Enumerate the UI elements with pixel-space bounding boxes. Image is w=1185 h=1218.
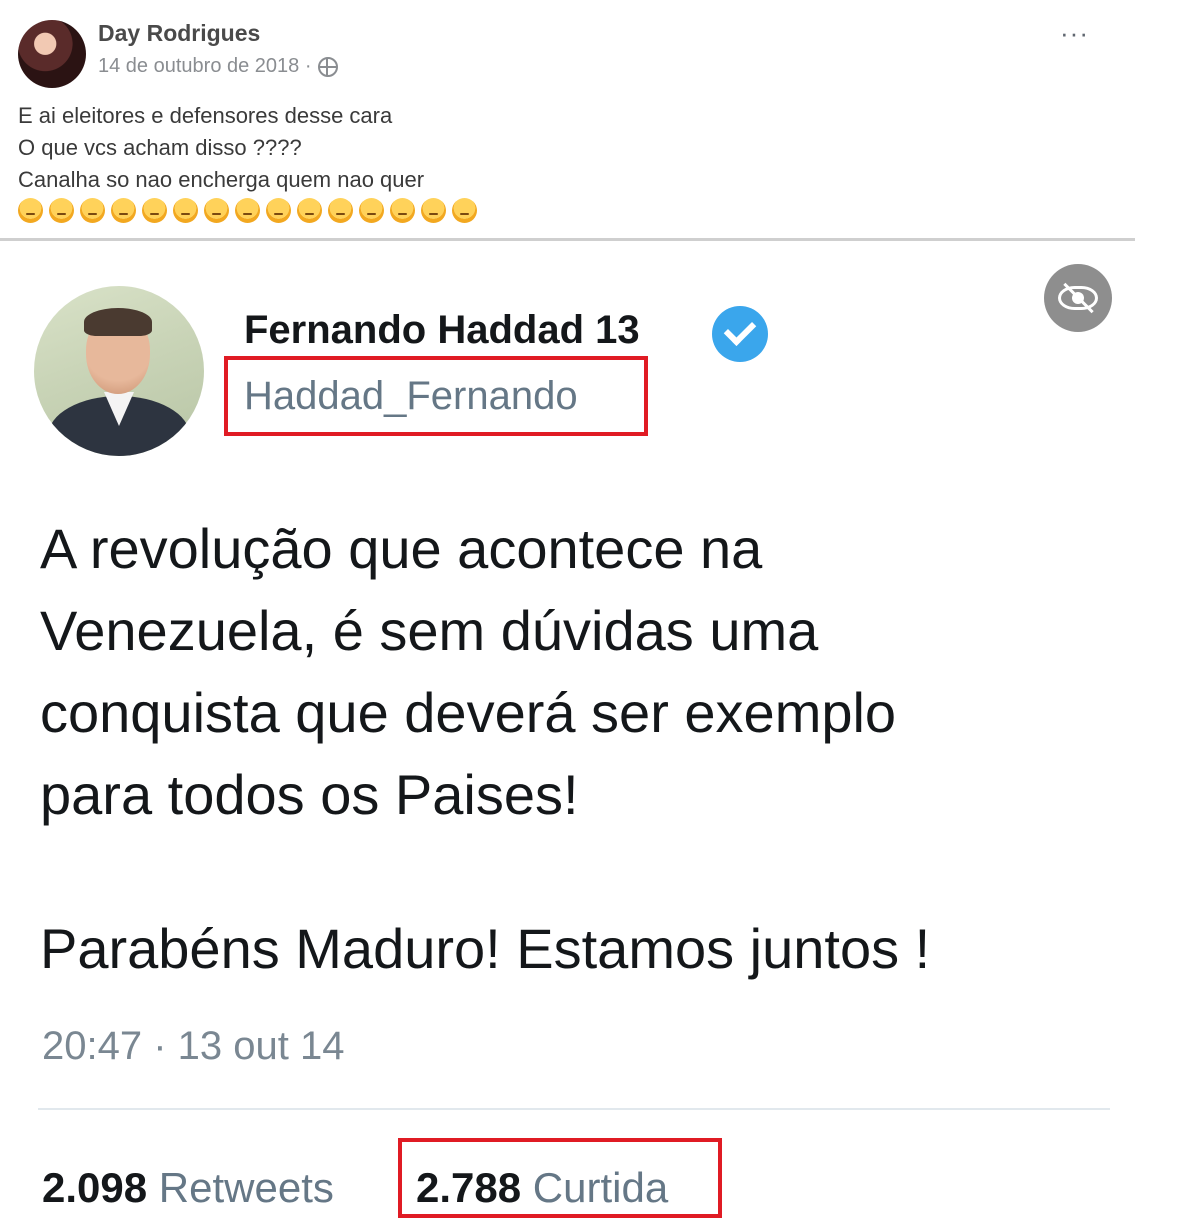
post-date: 14 de outubro de 2018 · <box>98 55 338 78</box>
post-text-line: Canalha so nao encherga quem nao quer <box>18 167 425 192</box>
angry-face-emoji-icon <box>235 198 260 223</box>
angry-face-emoji-icon <box>18 198 43 223</box>
tweet-body-line: para todos os Paises! <box>40 763 579 826</box>
angry-face-emoji-icon <box>297 198 322 223</box>
angry-face-emoji-icon <box>142 198 167 223</box>
tweet-avatar <box>34 286 204 456</box>
more-options-button[interactable]: ··· <box>1060 18 1089 49</box>
globe-icon <box>317 56 338 77</box>
facebook-post: Day Rodrigues 14 de outubro de 2018 · ··… <box>0 0 1185 241</box>
angry-face-emoji-icon <box>173 198 198 223</box>
angry-face-emoji-icon <box>49 198 74 223</box>
author-avatar[interactable] <box>18 20 86 88</box>
angry-face-emoji-icon <box>328 198 353 223</box>
divider <box>0 238 1135 241</box>
angry-face-emoji-icon <box>452 198 477 223</box>
angry-face-emoji-icon <box>204 198 229 223</box>
angry-face-emoji-icon <box>266 198 291 223</box>
angry-face-emoji-icon <box>359 198 384 223</box>
tweet-author-name: Fernando Haddad 13 <box>244 308 640 352</box>
post-text-line: O que vcs acham disso ???? <box>18 135 302 160</box>
emoji-row <box>18 198 477 223</box>
post-date-text[interactable]: 14 de outubro de 2018 · <box>98 55 312 78</box>
retweets-stat: 2.098 Retweets <box>42 1164 334 1212</box>
likes-label: Curtida <box>532 1164 669 1211</box>
tweet-timestamp: 20:47 · 13 out 14 <box>42 1024 345 1068</box>
post-text-line: E ai eleitores e defensores desse cara <box>18 103 393 128</box>
tweet-body-line: conquista que deverá ser exemplo <box>40 681 897 744</box>
tweet-screenshot: Fernando Haddad 13 Haddad_Fernando A rev… <box>0 246 1185 1218</box>
retweets-label: Retweets <box>158 1164 334 1211</box>
tweet-body-line: A revolução que acontece na <box>40 517 763 580</box>
angry-face-emoji-icon <box>80 198 105 223</box>
likes-count: 2.788 <box>416 1164 522 1211</box>
tweet-body: A revolução que acontece na Venezuela, é… <box>40 508 1170 836</box>
tweet-closing: Parabéns Maduro! Estamos juntos ! <box>40 917 931 980</box>
angry-face-emoji-icon <box>111 198 136 223</box>
angry-face-emoji-icon <box>421 198 446 223</box>
hidden-eye-icon[interactable] <box>1044 264 1112 332</box>
verified-badge-icon <box>712 306 768 362</box>
tweet-body-line: Venezuela, é sem dúvidas uma <box>40 599 819 662</box>
retweets-count: 2.098 <box>42 1164 148 1211</box>
likes-stat: 2.788 Curtida <box>416 1164 668 1212</box>
tweet-divider <box>38 1108 1110 1110</box>
post-text: E ai eleitores e defensores desse cara O… <box>18 100 424 196</box>
angry-face-emoji-icon <box>390 198 415 223</box>
tweet-handle: Haddad_Fernando <box>244 374 578 418</box>
author-name[interactable]: Day Rodrigues <box>98 20 260 47</box>
